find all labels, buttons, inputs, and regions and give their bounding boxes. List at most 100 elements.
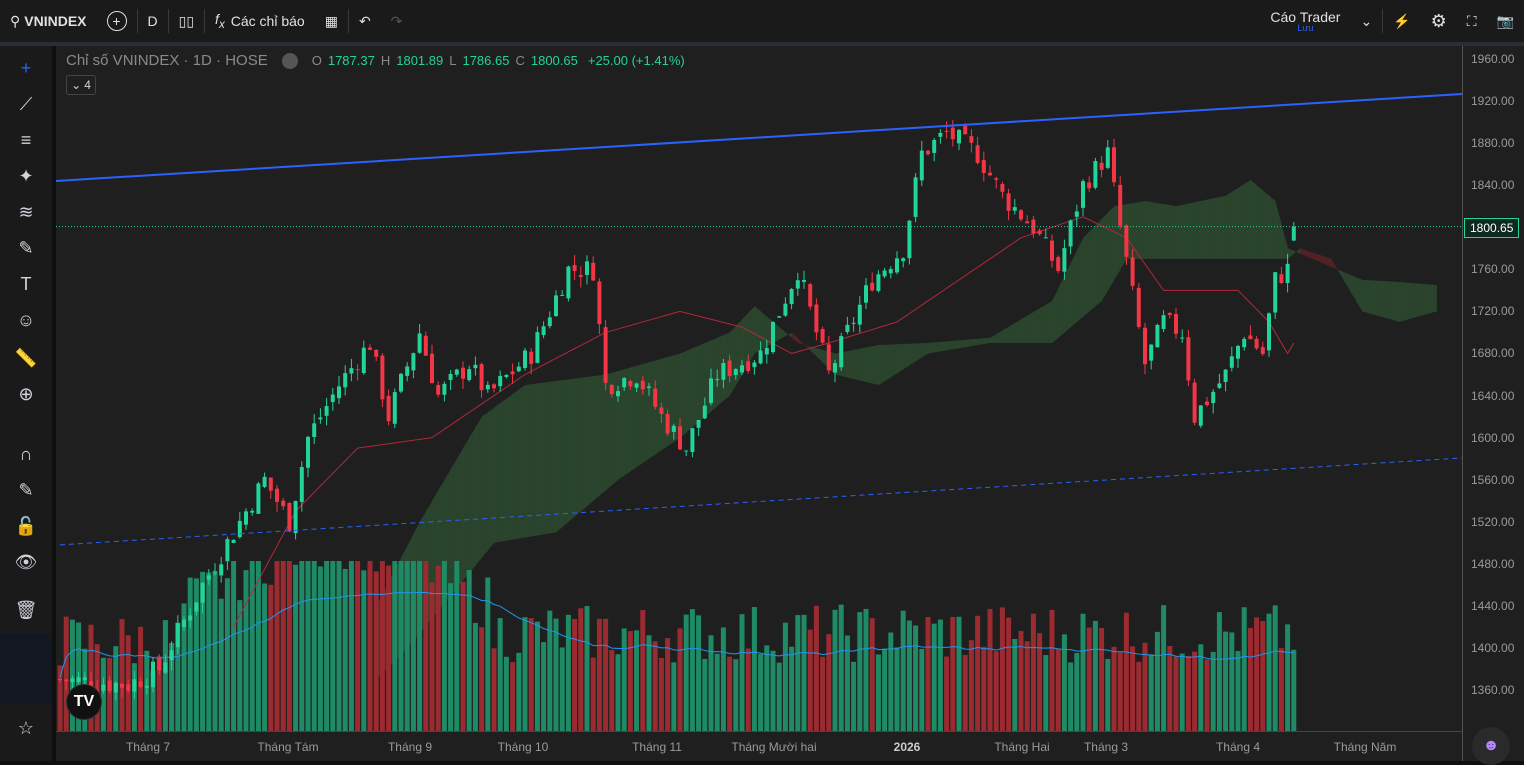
ichimoku-cloud-segment (1194, 200, 1202, 259)
hide-legend-icon[interactable] (281, 52, 298, 69)
indicators-collapse-button[interactable]: ⌄ 4 (66, 75, 96, 95)
price-axis[interactable]: 1960.001920.001880.001840.001800.001760.… (1462, 46, 1524, 761)
candle-body (808, 284, 813, 307)
volume-bar (968, 640, 974, 731)
volume-bar (1024, 641, 1030, 731)
ichimoku-cloud-segment (983, 337, 991, 345)
candle-body (200, 582, 205, 603)
candle-body (76, 677, 81, 682)
ichimoku-cloud-segment (1275, 200, 1282, 259)
volume-bar (665, 638, 671, 731)
volume-bar (807, 629, 813, 731)
volume-bar (1241, 607, 1247, 731)
volume-bar (280, 561, 286, 731)
volume-bar (1247, 627, 1253, 731)
volume-bar (187, 577, 193, 731)
ichimoku-cloud-segment (866, 346, 873, 384)
volume-bar (249, 561, 255, 731)
ichimoku-cloud-segment (1312, 252, 1320, 262)
candle-body (1267, 313, 1271, 351)
volume-bar (751, 607, 757, 731)
candle-body (671, 425, 676, 432)
volume-bar (981, 646, 987, 731)
volume-bar (640, 610, 646, 731)
ichimoku-cloud-segment (1300, 248, 1307, 257)
ichimoku-cloud-segment (562, 379, 569, 528)
volume-bar (615, 654, 621, 731)
volume-bar (993, 651, 999, 731)
assistant-icon[interactable]: ☻ (1472, 727, 1510, 765)
candle-body (684, 450, 689, 452)
volume-bar (559, 647, 565, 731)
volume-bar (944, 656, 950, 731)
candle-body (293, 500, 298, 534)
chevron-down-icon: ⌄ (71, 78, 82, 92)
candle-body (591, 262, 596, 281)
ichimoku-cloud-segment (928, 342, 935, 354)
candle-body (1279, 274, 1284, 283)
ichimoku-cloud-segment (506, 394, 514, 541)
volume-bar (956, 616, 962, 731)
candle-body (585, 261, 589, 275)
candle-body (541, 326, 546, 336)
volume-bar (1136, 661, 1142, 731)
volume-bar (894, 647, 900, 731)
ichimoku-cloud-segment (518, 385, 526, 539)
ichimoku-cloud-segment (785, 332, 793, 338)
volume-bar (931, 623, 937, 731)
candle-body (1273, 272, 1278, 313)
volume-bar (373, 571, 379, 731)
candle-body (510, 371, 515, 375)
ichimoku-cloud-segment (481, 412, 489, 558)
x-tick-label: Tháng 3 (1083, 740, 1129, 754)
volume-bar (609, 650, 615, 731)
ichimoku-cloud-segment (1095, 218, 1103, 307)
volume-bar (745, 648, 751, 731)
candle-body (1211, 391, 1216, 404)
candle-body (175, 623, 180, 648)
candle-body (157, 658, 162, 671)
volume-bar (243, 570, 249, 731)
volume-bar (516, 652, 522, 731)
volume-bar (522, 617, 528, 731)
candle-body (281, 500, 286, 507)
tradingview-logo[interactable]: TV (66, 684, 102, 720)
volume-bar (844, 635, 850, 731)
candle-body (547, 317, 552, 327)
volume-bar (900, 610, 906, 731)
candle-body (727, 360, 732, 377)
candle-body (58, 678, 62, 680)
volume-bar (472, 622, 478, 731)
ichimoku-cloud-segment (487, 407, 495, 551)
volume-bar (1272, 605, 1278, 731)
volume-bar (503, 656, 509, 731)
volume-bar (1254, 617, 1260, 731)
x-tick-label: Tháng 10 (497, 740, 549, 754)
volume-bar (355, 561, 361, 731)
volume-bar (708, 635, 714, 731)
x-tick-label: 2026 (893, 740, 921, 754)
volume-bar (919, 648, 925, 731)
candle-body (1229, 356, 1234, 368)
candle-body (101, 684, 106, 691)
candle-body (1050, 240, 1054, 261)
candle-body (647, 386, 651, 388)
candle-body (386, 395, 391, 422)
candle-body (454, 369, 459, 375)
ichimoku-cloud-segment (1337, 269, 1344, 280)
volume-bar (913, 625, 919, 731)
volume-bar (578, 608, 584, 731)
volume-bar (119, 619, 125, 731)
candle-body (1161, 315, 1166, 329)
candle-body (529, 351, 534, 364)
candle-body (554, 295, 558, 317)
volume-bar (565, 614, 571, 731)
ichimoku-cloud-segment (1281, 224, 1289, 259)
time-axis[interactable]: Tháng 7 Tháng Tám Tháng 9 Tháng 10 Tháng 11 T… (56, 731, 1462, 761)
candle-body (436, 384, 441, 395)
ichimoku-cloud-segment (1244, 179, 1251, 259)
candle-body (715, 379, 720, 381)
ichimoku-cloud-segment (791, 332, 799, 343)
candle-body (467, 369, 472, 381)
candle-body (1068, 220, 1073, 247)
